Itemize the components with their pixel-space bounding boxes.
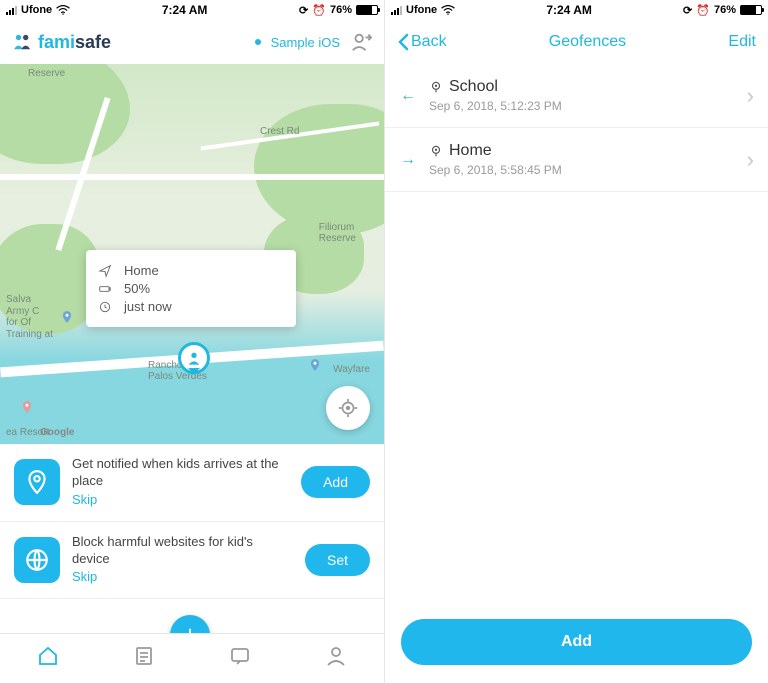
switch-profile-icon[interactable] xyxy=(350,31,372,53)
add-button[interactable]: Add xyxy=(301,466,370,498)
tab-home[interactable] xyxy=(36,644,60,673)
back-button[interactable]: Back xyxy=(397,33,447,51)
poi-icon xyxy=(429,80,443,94)
battery-icon xyxy=(740,5,762,15)
signal-icon xyxy=(6,6,17,15)
alarm-icon: ⏰ xyxy=(312,4,326,17)
webfilter-card: Block harmful websites for kid's device … xyxy=(0,522,384,600)
recenter-button[interactable] xyxy=(326,386,370,430)
globe-shield-icon xyxy=(14,537,60,583)
google-attribution: Google xyxy=(40,427,74,438)
app-header: famisafe Sample iOS xyxy=(0,20,384,64)
map-label: Wayfare xyxy=(333,364,370,375)
map-label: Filiorum Reserve xyxy=(319,222,356,244)
clock: 7:24 AM xyxy=(162,3,208,17)
carrier-label: Ufone xyxy=(21,4,52,16)
clock: 7:24 AM xyxy=(546,3,592,17)
geofence-timestamp: Sep 6, 2018, 5:12:23 PM xyxy=(429,99,735,113)
card-text: Block harmful websites for kid's device xyxy=(72,534,293,568)
nav-arrow-icon xyxy=(98,264,112,278)
tab-messages[interactable] xyxy=(228,644,252,673)
carrier-label: Ufone xyxy=(406,4,437,16)
popup-place: Home xyxy=(124,263,159,278)
skip-link[interactable]: Skip xyxy=(72,492,97,509)
map-label: Salva Army C for Of Training at xyxy=(6,294,53,340)
tab-profile[interactable] xyxy=(324,644,348,673)
rotation-lock-icon: ⟳ xyxy=(683,4,692,17)
map-view[interactable]: Reserve Crest Rd Filiorum Reserve Salva … xyxy=(0,64,384,444)
map-label: Reserve xyxy=(28,68,65,79)
popup-time: just now xyxy=(124,299,172,314)
wifi-icon xyxy=(56,5,70,15)
status-bar: Ufone 7:24 AM ⟳ ⏰ 76% xyxy=(0,0,384,20)
tab-reports[interactable] xyxy=(132,644,156,673)
map-screen: Ufone 7:24 AM ⟳ ⏰ 76% famisafe Sample iO… xyxy=(0,0,384,683)
geofence-notify-card: Get notified when kids arrives at the pl… xyxy=(0,444,384,522)
geofences-screen: Ufone 7:24 AM ⟳ ⏰ 76% Back Geofences Edi… xyxy=(384,0,768,683)
edit-button[interactable]: Edit xyxy=(728,33,756,51)
geofence-pin-icon xyxy=(14,459,60,505)
geofence-row[interactable]: → Home Sep 6, 2018, 5:58:45 PM › xyxy=(385,128,768,192)
map-poi-pin xyxy=(308,358,322,372)
geofence-name: Home xyxy=(449,142,492,160)
geofence-list: ← School Sep 6, 2018, 5:12:23 PM › → Hom… xyxy=(385,64,768,192)
page-title: Geofences xyxy=(549,33,626,51)
chevron-right-icon: › xyxy=(747,83,754,109)
nav-bar: Back Geofences Edit xyxy=(385,20,768,64)
battery-icon xyxy=(98,282,112,296)
map-poi-pin xyxy=(20,400,34,414)
card-text: Get notified when kids arrives at the pl… xyxy=(72,456,289,490)
user-location-marker[interactable] xyxy=(178,342,210,374)
status-bar: Ufone 7:24 AM ⟳ ⏰ 76% xyxy=(385,0,768,20)
device-selector[interactable]: Sample iOS xyxy=(271,35,340,50)
poi-icon xyxy=(429,144,443,158)
geofence-timestamp: Sep 6, 2018, 5:58:45 PM xyxy=(429,163,735,177)
location-popup: Home 50% just now xyxy=(86,250,296,327)
geofence-row[interactable]: ← School Sep 6, 2018, 5:12:23 PM › xyxy=(385,64,768,128)
device-status-dot xyxy=(255,39,261,45)
popup-battery: 50% xyxy=(124,281,150,296)
battery-icon xyxy=(356,5,378,15)
wifi-icon xyxy=(441,5,455,15)
leave-arrow-icon: → xyxy=(399,151,417,169)
battery-pct: 76% xyxy=(714,4,736,16)
signal-icon xyxy=(391,6,402,15)
chevron-right-icon: › xyxy=(747,147,754,173)
tab-bar xyxy=(0,633,384,683)
suggestion-cards: Get notified when kids arrives at the pl… xyxy=(0,444,384,599)
map-label: Crest Rd xyxy=(260,126,299,137)
rotation-lock-icon: ⟳ xyxy=(299,4,308,17)
battery-pct: 76% xyxy=(330,4,352,16)
geofence-name: School xyxy=(449,78,498,96)
enter-arrow-icon: ← xyxy=(399,87,417,105)
map-poi-pin xyxy=(60,310,74,324)
chevron-left-icon xyxy=(397,33,409,51)
logo-icon xyxy=(12,33,34,51)
skip-link[interactable]: Skip xyxy=(72,569,97,586)
add-geofence-button[interactable]: Add xyxy=(401,619,752,665)
app-logo: famisafe xyxy=(12,32,111,53)
clock-icon xyxy=(98,300,112,314)
alarm-icon: ⏰ xyxy=(696,4,710,17)
set-button[interactable]: Set xyxy=(305,544,370,576)
